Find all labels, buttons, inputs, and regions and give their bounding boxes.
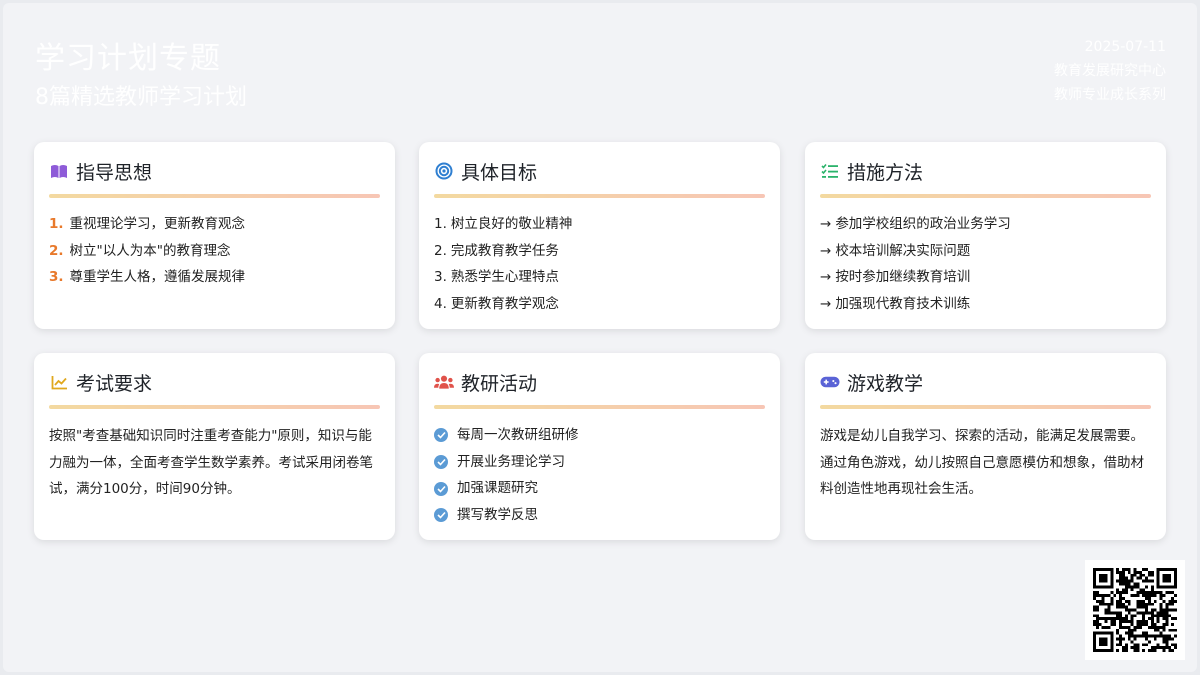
goals-list: 1. 树立良好的敬业精神 2. 完成教育教学任务 3. 熟悉学生心理特点 4. 更新教育… <box>434 211 765 318</box>
page-title: 学习计划专题 <box>35 41 221 76</box>
card-title: 措施方法 <box>847 161 924 184</box>
list-item: 2. 完成教育教学任务 <box>434 242 559 259</box>
check-circle-icon <box>434 481 448 496</box>
page-subtitle: 8篇精选教师学习计划 <box>35 85 247 110</box>
card-exam-requirements: 考试要求 按照"考查基础知识同时注重考查能力"原则，知识与能力融为一体，全面考查… <box>34 353 395 540</box>
book-icon <box>49 162 69 180</box>
arrow-right-icon: → <box>820 269 832 286</box>
list-item: 3. 尊重学生人格，遵循发展规律 <box>49 269 246 286</box>
card-game-teaching: 游戏教学 游戏是幼儿自我学习、探索的活动，能满足发展需要。通过角色游戏，幼儿按照… <box>805 353 1166 540</box>
card-specific-goals: 具体目标 1. 树立良好的敬业精神 2. 完成教育教学任务 3. 熟悉学生心理特点 4… <box>419 142 780 329</box>
card-title: 教研活动 <box>461 372 538 395</box>
header-org: 教育发展研究中心 <box>1054 63 1166 79</box>
list-item: 2. 树立"以人为本"的教育理念 <box>49 242 231 259</box>
arrow-right-icon: → <box>820 296 832 313</box>
check-circle-icon <box>434 508 448 523</box>
card-title: 考试要求 <box>76 372 153 395</box>
check-circle-icon <box>434 428 448 443</box>
card-divider <box>49 405 380 409</box>
page: 学习计划专题 8篇精选教师学习计划 2025-07-11 教育发展研究中心 教师… <box>3 3 1197 672</box>
card-title: 具体目标 <box>461 161 538 184</box>
gamepad-icon <box>820 373 840 391</box>
users-icon <box>434 373 454 391</box>
research-list: 每周一次教研组研修 开展业务理论学习 加强课题研究 撰写教学反思 <box>434 422 765 529</box>
guiding-list: 1. 重视理论学习，更新教育观念 2. 树立"以人为本"的教育理念 3. 尊重学生人格… <box>49 211 380 291</box>
measures-list: → 参加学校组织的政治业务学习 → 校本培训解决实际问题 → 按时参加继续教育培训 →… <box>820 211 1151 318</box>
list-item: 4. 更新教育教学观念 <box>434 296 559 313</box>
games-description: 游戏是幼儿自我学习、探索的活动，能满足发展需要。通过角色游戏，幼儿按照自己意愿模… <box>820 428 1144 498</box>
list-item: 1. 重视理论学习，更新教育观念 <box>49 216 246 232</box>
header-date: 2025-07-11 <box>1084 39 1166 55</box>
list-item: → 按时参加继续教育培训 <box>820 264 1151 291</box>
target-icon <box>434 162 454 180</box>
card-title: 游戏教学 <box>847 372 924 395</box>
check-circle-icon <box>434 455 448 470</box>
card-title: 指导思想 <box>76 161 153 184</box>
card-divider <box>820 194 1151 198</box>
arrow-right-icon: → <box>820 216 832 232</box>
list-item: 开展业务理论学习 <box>434 449 765 476</box>
checklist-icon <box>820 162 840 180</box>
card-measures: 措施方法 → 参加学校组织的政治业务学习 → 校本培训解决实际问题 → 按时参加继续教… <box>805 142 1166 329</box>
list-item: → 参加学校组织的政治业务学习 <box>820 211 1151 238</box>
header-meta: 2025-07-11 教育发展研究中心 教师专业成长系列 <box>1054 35 1166 107</box>
card-divider <box>49 194 380 198</box>
exam-description: 按照"考查基础知识同时注重考查能力"原则，知识与能力融为一体，全面考查学生数学素… <box>49 428 373 498</box>
card-divider <box>434 194 765 198</box>
list-item: 3. 熟悉学生心理特点 <box>434 269 559 286</box>
list-item: 每周一次教研组研修 <box>434 422 765 449</box>
card-divider <box>434 405 765 409</box>
card-divider <box>820 405 1151 409</box>
list-item: → 加强现代教育技术训练 <box>820 291 1151 318</box>
list-item: 加强课题研究 <box>434 475 765 502</box>
qr-code-icon <box>1085 560 1185 660</box>
arrow-right-icon: → <box>820 242 832 259</box>
list-item: 1. 树立良好的敬业精神 <box>434 216 573 232</box>
header-series: 教师专业成长系列 <box>1054 87 1166 103</box>
card-research-activities: 教研活动 每周一次教研组研修 开展业务理论学习 加强课题研究 撰写教学反思 <box>419 353 780 540</box>
list-item: 撰写教学反思 <box>434 502 765 529</box>
list-item: → 校本培训解决实际问题 <box>820 238 1151 265</box>
line-chart-icon <box>49 373 69 391</box>
card-guiding-thought: 指导思想 1. 重视理论学习，更新教育观念 2. 树立"以人为本"的教育理念 3. 尊… <box>34 142 395 329</box>
